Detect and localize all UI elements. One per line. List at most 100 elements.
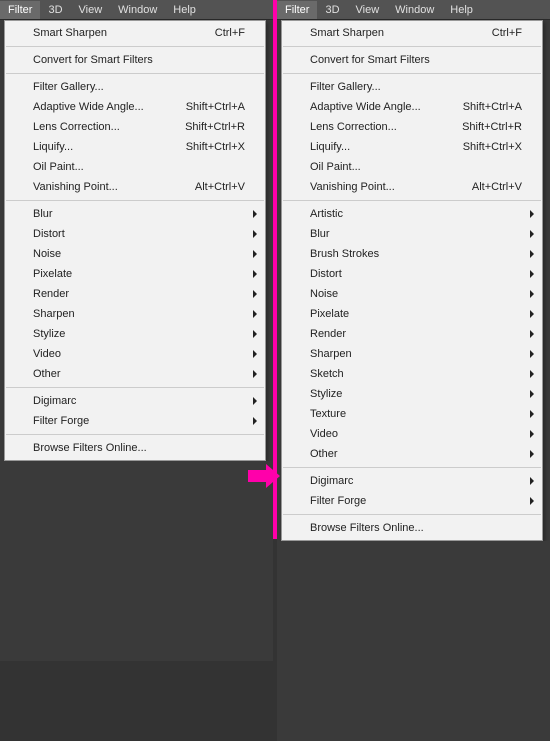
menu-item-sharpen[interactable]: Sharpen — [5, 304, 265, 324]
menu-item-label: Render — [33, 288, 245, 300]
menu-item-blur[interactable]: Blur — [282, 224, 542, 244]
menu-item-filter-gallery[interactable]: Filter Gallery... — [282, 77, 542, 97]
menu-item-label: Liquify... — [33, 141, 176, 153]
comparison-divider — [273, 0, 277, 539]
menu-item-label: Noise — [310, 288, 522, 300]
menu-item-vanishing-point[interactable]: Vanishing Point...Alt+Ctrl+V — [5, 177, 265, 197]
menu-item-blur[interactable]: Blur — [5, 204, 265, 224]
menu-item-stylize[interactable]: Stylize — [5, 324, 265, 344]
menu-item-lens-correction[interactable]: Lens Correction... Shift+Ctrl+R — [282, 117, 542, 137]
menu-item-liquify[interactable]: Liquify...Shift+Ctrl+X — [282, 137, 542, 157]
menu-separator — [6, 434, 264, 435]
menu-item-texture[interactable]: Texture — [282, 404, 542, 424]
menu-separator — [283, 46, 541, 47]
menu-item-filter-forge[interactable]: Filter Forge — [5, 411, 265, 431]
right-panel: Filter3DViewWindowHelp Smart SharpenCtrl… — [277, 0, 550, 741]
menu-item-shortcut: Ctrl+F — [215, 27, 245, 39]
menu-item-brush-strokes[interactable]: Brush Strokes — [282, 244, 542, 264]
menu-item-label: Artistic — [310, 208, 522, 220]
menu-item-convert-for-smart-filters[interactable]: Convert for Smart Filters — [5, 50, 265, 70]
menu-item-sharpen[interactable]: Sharpen — [282, 344, 542, 364]
menu-item-label: Smart Sharpen — [33, 27, 205, 39]
menu-item-distort[interactable]: Distort — [5, 224, 265, 244]
menu-3d[interactable]: 3D — [317, 1, 347, 19]
menu-item-digimarc[interactable]: Digimarc — [282, 471, 542, 491]
menu-item-label: Filter Forge — [33, 415, 245, 427]
menu-item-label: Adaptive Wide Angle... — [310, 101, 453, 113]
menu-item-label: Browse Filters Online... — [310, 522, 522, 534]
menu-help[interactable]: Help — [165, 1, 204, 19]
menu-item-label: Blur — [310, 228, 522, 240]
menu-item-vanishing-point[interactable]: Vanishing Point... Alt+Ctrl+V — [282, 177, 542, 197]
menu-item-oil-paint[interactable]: Oil Paint... — [282, 157, 542, 177]
menu-item-artistic[interactable]: Artistic — [282, 204, 542, 224]
menu-item-stylize[interactable]: Stylize — [282, 384, 542, 404]
menu-item-digimarc[interactable]: Digimarc — [5, 391, 265, 411]
menu-item-smart-sharpen[interactable]: Smart Sharpen Ctrl+F — [5, 23, 265, 43]
menu-item-adaptive-wide-angle[interactable]: Adaptive Wide Angle... Shift+Ctrl+A — [282, 97, 542, 117]
menu-item-label: Video — [33, 348, 245, 360]
menu-item-shortcut: Shift+Ctrl+A — [186, 101, 245, 113]
menu-filter[interactable]: Filter — [0, 1, 40, 19]
menu-separator — [283, 200, 541, 201]
menu-item-label: Oil Paint... — [310, 161, 522, 173]
menu-item-liquify[interactable]: Liquify... Shift+Ctrl+X — [5, 137, 265, 157]
menu-view[interactable]: View — [348, 1, 388, 19]
menu-item-oil-paint[interactable]: Oil Paint... — [5, 157, 265, 177]
menu-item-label: Liquify... — [310, 141, 453, 153]
menu-3d[interactable]: 3D — [40, 1, 70, 19]
filter-dropdown-right: Smart SharpenCtrl+F Convert for Smart Fil… — [281, 20, 543, 541]
menu-item-shortcut: Shift+Ctrl+X — [186, 141, 245, 153]
menu-item-lens-correction[interactable]: Lens Correction...Shift+Ctrl+R — [5, 117, 265, 137]
menu-item-distort[interactable]: Distort — [282, 264, 542, 284]
menu-item-label: Smart Sharpen — [310, 27, 482, 39]
menu-item-shortcut: Alt+Ctrl+V — [472, 181, 522, 193]
menu-item-label: Blur — [33, 208, 245, 220]
menu-item-label: Stylize — [33, 328, 245, 340]
menu-item-video[interactable]: Video — [5, 344, 265, 364]
left-panel: Filter3DViewWindowHelp Smart Sharpen Ctrl… — [0, 0, 273, 661]
menu-item-label: Digimarc — [33, 395, 245, 407]
menu-item-label: Lens Correction... — [310, 121, 452, 133]
menu-item-other[interactable]: Other — [5, 364, 265, 384]
menu-item-label: Sharpen — [33, 308, 245, 320]
menu-item-render[interactable]: Render — [5, 284, 265, 304]
menu-item-label: Stylize — [310, 388, 522, 400]
menu-item-label: Filter Gallery... — [33, 81, 245, 93]
menu-filter[interactable]: Filter — [277, 1, 317, 19]
menu-item-label: Noise — [33, 248, 245, 260]
menu-item-label: Texture — [310, 408, 522, 420]
workspace-right — [277, 541, 550, 741]
menu-separator — [283, 73, 541, 74]
menu-item-label: Distort — [310, 268, 522, 280]
menu-item-noise[interactable]: Noise — [282, 284, 542, 304]
menu-item-label: Adaptive Wide Angle... — [33, 101, 176, 113]
menu-item-other[interactable]: Other — [282, 444, 542, 464]
menu-item-shortcut: Shift+Ctrl+A — [463, 101, 522, 113]
menu-item-noise[interactable]: Noise — [5, 244, 265, 264]
menu-item-label: Browse Filters Online... — [33, 442, 245, 454]
menu-window[interactable]: Window — [110, 1, 165, 19]
menu-item-label: Vanishing Point... — [310, 181, 462, 193]
menu-item-label: Convert for Smart Filters — [33, 54, 245, 66]
menu-view[interactable]: View — [71, 1, 111, 19]
menu-item-sketch[interactable]: Sketch — [282, 364, 542, 384]
menu-window[interactable]: Window — [387, 1, 442, 19]
menu-item-smart-sharpen[interactable]: Smart SharpenCtrl+F — [282, 23, 542, 43]
menu-item-label: Convert for Smart Filters — [310, 54, 522, 66]
menu-help[interactable]: Help — [442, 1, 481, 19]
menu-item-filter-gallery[interactable]: Filter Gallery... — [5, 77, 265, 97]
menu-item-convert-for-smart-filters[interactable]: Convert for Smart Filters — [282, 50, 542, 70]
menu-item-adaptive-wide-angle[interactable]: Adaptive Wide Angle... Shift+Ctrl+A — [5, 97, 265, 117]
menu-item-shortcut: Shift+Ctrl+R — [462, 121, 522, 133]
menu-item-browse-filters-online[interactable]: Browse Filters Online... — [282, 518, 542, 538]
menu-item-pixelate[interactable]: Pixelate — [282, 304, 542, 324]
menu-item-label: Other — [33, 368, 245, 380]
menu-item-browse-filters-online[interactable]: Browse Filters Online... — [5, 438, 265, 458]
menu-item-filter-forge[interactable]: Filter Forge — [282, 491, 542, 511]
menu-item-shortcut: Shift+Ctrl+R — [185, 121, 245, 133]
menu-item-video[interactable]: Video — [282, 424, 542, 444]
menu-item-pixelate[interactable]: Pixelate — [5, 264, 265, 284]
menu-item-render[interactable]: Render — [282, 324, 542, 344]
menu-item-label: Render — [310, 328, 522, 340]
